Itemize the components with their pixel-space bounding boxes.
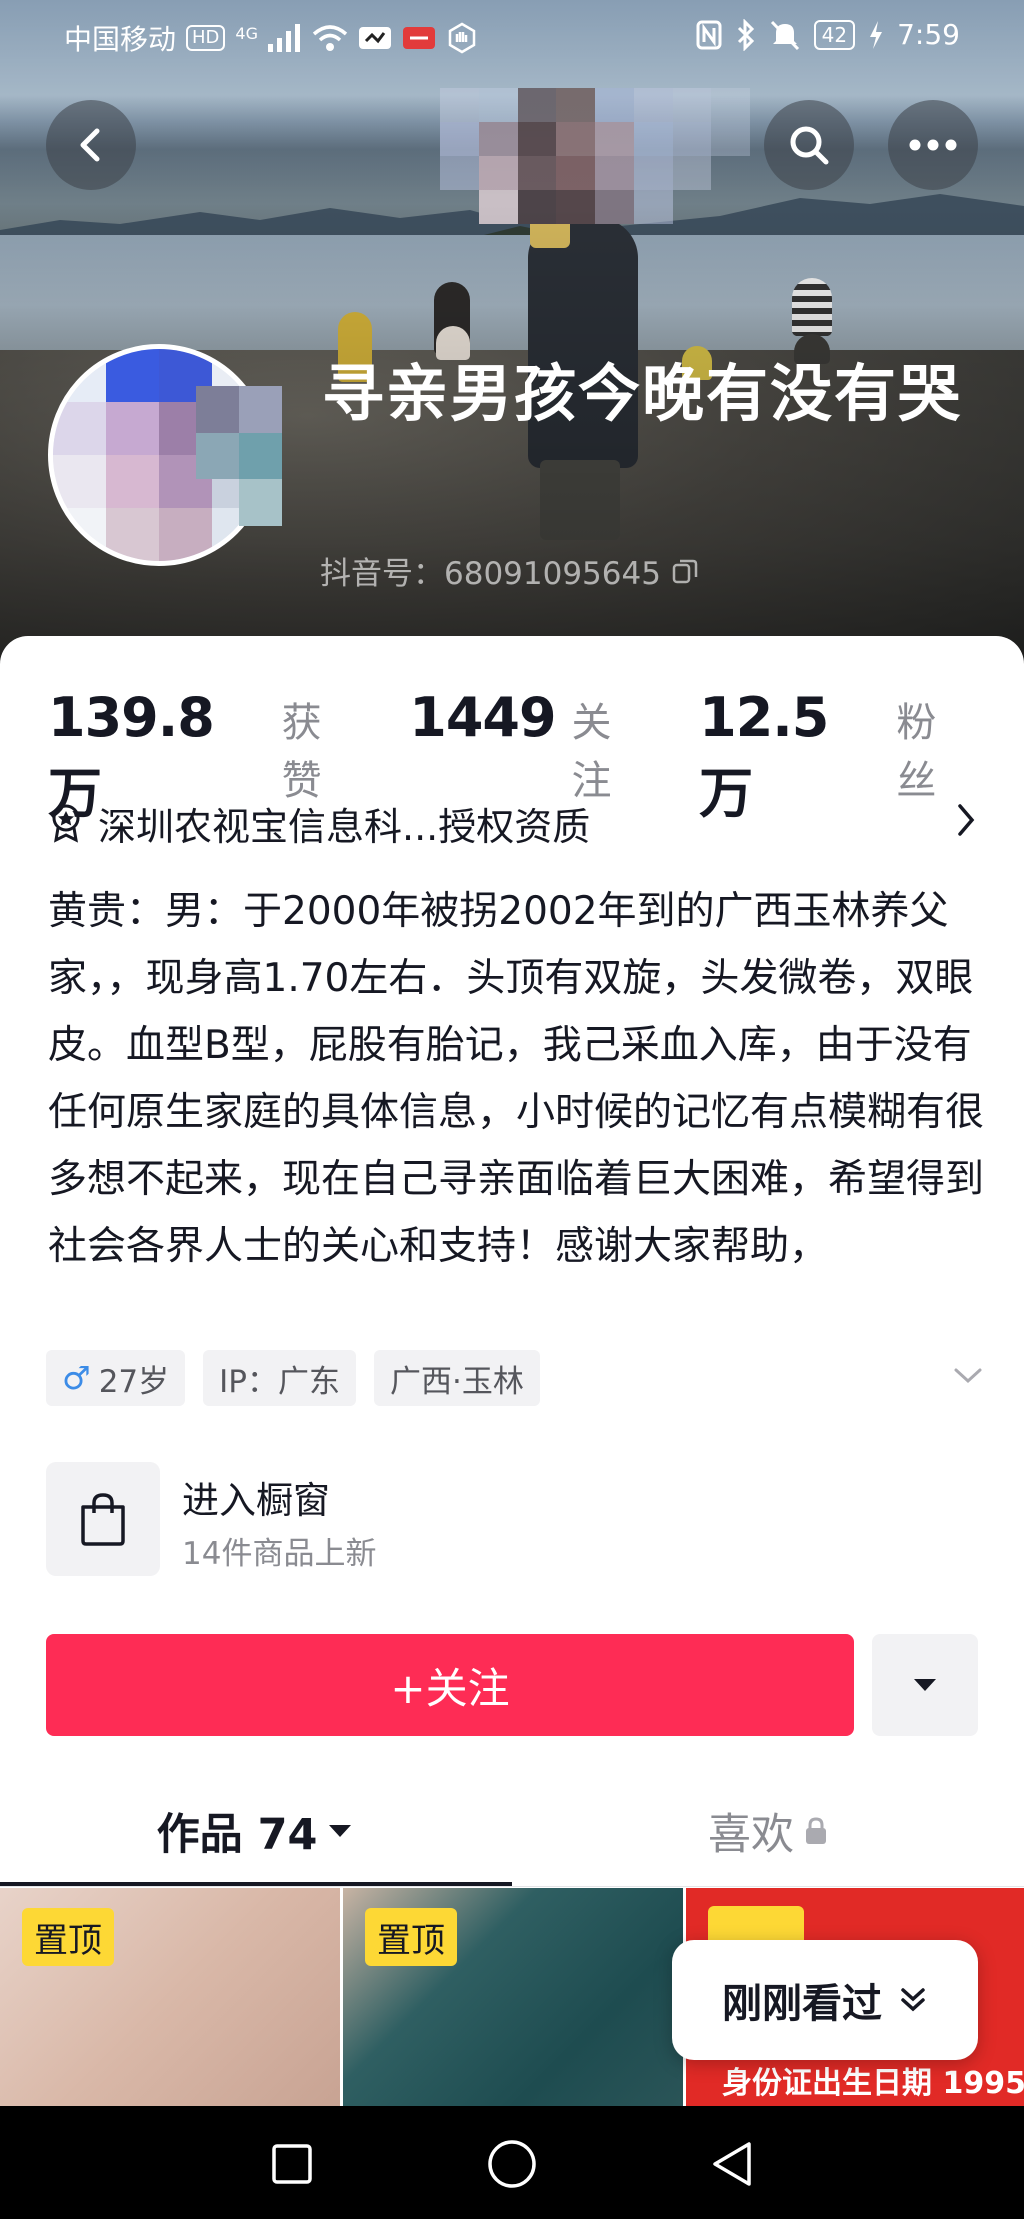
pinned-badge: 置顶 <box>365 1908 457 1966</box>
tab-divider <box>0 1886 1024 1887</box>
profile-tabs: 作品 74 喜欢 <box>0 1776 1024 1886</box>
back-nav-button[interactable] <box>702 2134 762 2194</box>
douyin-id[interactable]: 抖音号：68091095645 <box>320 548 699 593</box>
bluetooth-icon <box>737 18 754 51</box>
home-button[interactable] <box>482 2134 542 2194</box>
nfc-icon <box>696 20 722 49</box>
tag-age-text: 27岁 <box>98 1363 170 1400</box>
wifi-icon <box>312 25 348 51</box>
video-thumbnail[interactable]: 置顶 <box>343 1888 683 2106</box>
back-icon <box>80 128 100 162</box>
clock: 7:59 <box>897 18 960 51</box>
hd-badge: HD <box>186 25 226 51</box>
pixelated-avatar-edge <box>196 386 282 526</box>
system-navigation-bar <box>0 2106 1024 2219</box>
circle-icon <box>488 2140 536 2188</box>
male-icon: ♂ <box>62 1359 91 1397</box>
tag-location: 广西·玉林 <box>373 1350 540 1406</box>
recents-button[interactable] <box>262 2134 322 2194</box>
tab-likes-label: 喜欢 <box>708 1810 794 1860</box>
pinned-badge: 置顶 <box>22 1908 114 1966</box>
lock-icon <box>806 1817 826 1844</box>
back-button[interactable] <box>46 100 136 190</box>
double-chevron-down-icon <box>901 1988 925 2012</box>
certification-text: 深圳农视宝信息科...授权资质 <box>98 804 591 849</box>
following-count[interactable]: 1449 <box>409 686 556 749</box>
battery-level: 42 <box>821 22 848 47</box>
douyin-id-text: 抖音号：68091095645 <box>320 556 661 592</box>
chevron-right-icon <box>958 804 975 836</box>
charging-icon <box>870 20 883 49</box>
tab-works-label: 作品 74 <box>156 1810 318 1860</box>
mute-icon <box>770 20 799 50</box>
shop-icon-box <box>46 1462 160 1576</box>
app-notification-icon <box>403 27 435 49</box>
square-icon <box>272 2144 312 2184</box>
shop-window-entry[interactable]: 进入橱窗 14件商品上新 <box>46 1462 646 1578</box>
hand-icon <box>448 22 476 54</box>
search-icon <box>790 126 829 165</box>
network-type: 4G <box>235 23 258 43</box>
follow-button[interactable]: +关注 <box>46 1634 854 1736</box>
likes-label[interactable]: 获赞 <box>282 690 362 806</box>
recently-viewed-label: 刚刚看过 <box>722 1981 882 2027</box>
video-overlay-text: 身份证出生日期 1995 <box>722 2066 1024 2101</box>
profile-tags: ♂ 27岁 IP：广东 广西·玉林 <box>46 1350 540 1406</box>
tag-ip: IP：广东 <box>203 1350 356 1406</box>
certification-row[interactable]: 深圳农视宝信息科...授权资质 <box>48 796 978 850</box>
profile-nickname: 寻亲男孩今晚有没有哭 <box>322 357 963 430</box>
more-icon <box>909 139 957 151</box>
shopping-bag-icon <box>81 1493 125 1546</box>
app-notification-icon <box>359 27 391 49</box>
profile-card: 139.8万 获赞 1449 关注 12.5万 粉丝 深圳农视宝信息科...授权… <box>0 636 1024 2106</box>
tab-likes[interactable]: 喜欢 <box>512 1776 1024 1886</box>
triangle-down-icon <box>329 1825 352 1837</box>
carrier-name: 中国移动 <box>64 23 177 56</box>
tag-age: ♂ 27岁 <box>46 1350 186 1406</box>
badge-icon <box>52 804 80 843</box>
chevron-down-icon[interactable] <box>952 1366 984 1386</box>
profile-bio: 黄贵：男：于2000年被拐2002年到的广西玉林养父家，，现身高1.70左右．头… <box>48 889 985 1269</box>
video-thumbnail[interactable]: 置顶 <box>0 1888 340 2106</box>
triangle-back-icon <box>713 2142 751 2186</box>
recently-viewed-button[interactable]: 刚刚看过 <box>672 1940 978 2060</box>
recommend-toggle-button[interactable] <box>872 1634 978 1736</box>
search-button[interactable] <box>764 100 854 190</box>
copy-icon[interactable] <box>671 557 699 585</box>
status-bar: 中国移动 HD 4G 42 7:59 <box>0 0 1024 72</box>
shop-title: 进入橱窗 <box>182 1479 330 1522</box>
tab-works[interactable]: 作品 74 <box>0 1776 510 1886</box>
shop-subtitle: 14件商品上新 <box>182 1536 377 1572</box>
signal-icon <box>268 24 300 52</box>
battery-icon: 42 <box>813 19 856 50</box>
followers-label[interactable]: 粉丝 <box>896 690 976 806</box>
more-button[interactable] <box>888 100 978 190</box>
following-label[interactable]: 关注 <box>572 690 652 806</box>
triangle-down-icon <box>914 1679 936 1691</box>
